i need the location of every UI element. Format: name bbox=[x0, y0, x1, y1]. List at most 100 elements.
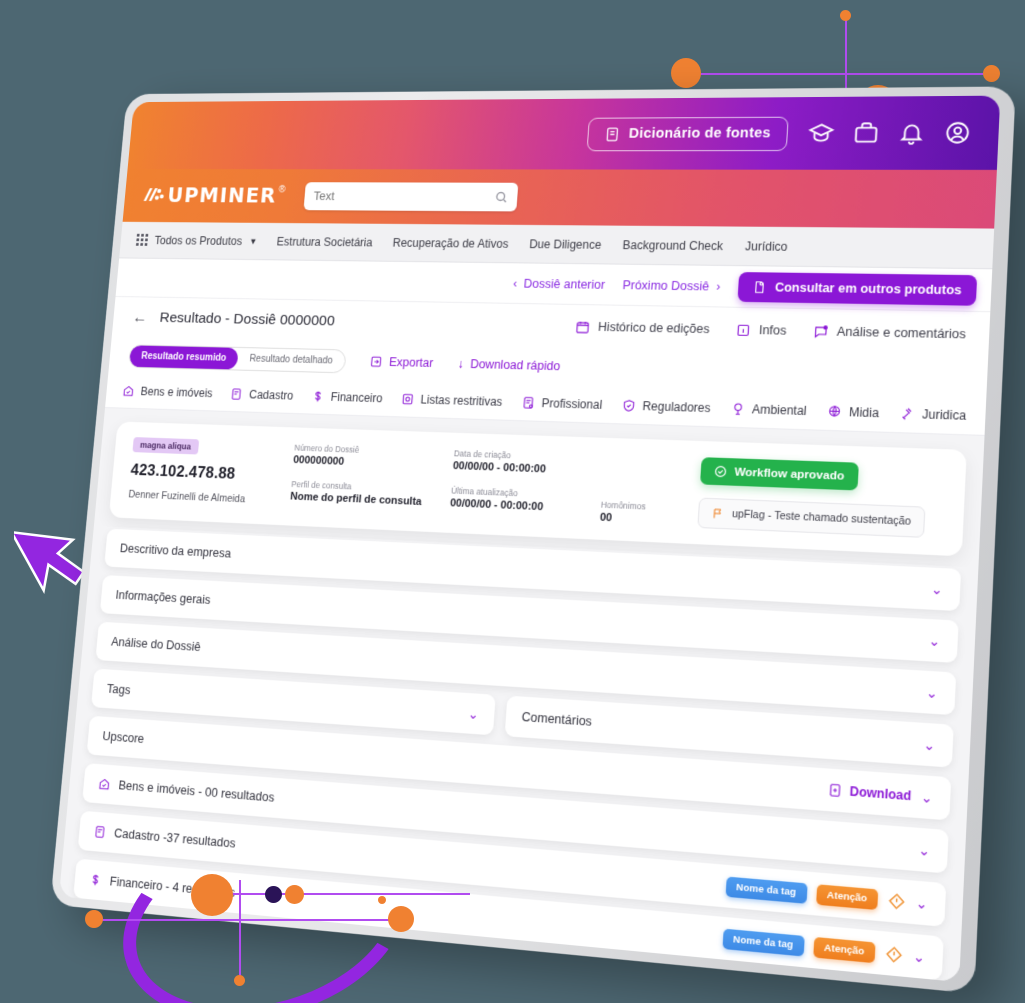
bell-icon[interactable] bbox=[897, 120, 925, 146]
warning-diamond-icon[interactable] bbox=[887, 891, 906, 911]
chevron-down-icon[interactable]: ⌄ bbox=[926, 684, 939, 701]
export-button[interactable]: Exportar bbox=[369, 355, 434, 370]
chevron-down-icon[interactable]: ⌄ bbox=[468, 706, 480, 722]
deco-dot-navy-2 bbox=[265, 886, 282, 903]
homonyms-column: Homônimos 00 bbox=[599, 454, 663, 527]
nav-item-estrutura-societaria[interactable]: Estrutura Societária bbox=[276, 235, 373, 249]
title-left-group: ← Resultado - Dossiê 0000000 bbox=[132, 308, 336, 331]
logo-registered-mark: ® bbox=[278, 184, 286, 195]
nav-item-background-check[interactable]: Background Check bbox=[622, 238, 723, 253]
result-row-label: Bens e imóveis - 00 resultados bbox=[117, 778, 275, 805]
upflag-badge[interactable]: upFlag - Teste chamado sustentação bbox=[697, 497, 926, 538]
person-name: Denner Fuzinelli de Almeida bbox=[127, 488, 246, 506]
chevron-down-icon[interactable]: ⌄ bbox=[921, 789, 934, 806]
deco-dot-b3 bbox=[285, 885, 304, 904]
chevron-down-icon[interactable]: ⌄ bbox=[915, 894, 928, 911]
chevron-down-icon[interactable]: ⌄ bbox=[928, 632, 941, 649]
tag-name-badge[interactable]: Nome da tag bbox=[718, 980, 802, 983]
field-ultima-atualizacao: Última atualização 00/00/00 - 00:00:00 bbox=[450, 486, 572, 515]
analysis-comments-button[interactable]: Análise e comentários bbox=[813, 324, 967, 342]
tab-listas-restritivas[interactable]: Listas restritivas bbox=[401, 392, 503, 408]
chevron-down-icon[interactable]: ⌄ bbox=[931, 581, 943, 597]
result-row-left: Bens e imóveis - 00 resultados bbox=[97, 777, 275, 805]
accordion-label: Descritivo da empresa bbox=[119, 541, 232, 561]
back-arrow-icon[interactable]: ← bbox=[132, 308, 148, 327]
deco-dot-1 bbox=[840, 10, 851, 21]
chevron-down-icon[interactable]: ⌄ bbox=[923, 736, 936, 753]
comments-label: Comentários bbox=[521, 709, 593, 729]
user-circle-icon[interactable] bbox=[943, 120, 972, 146]
chevron-down-icon[interactable]: ⌄ bbox=[918, 841, 931, 858]
chevron-down-icon: ▼ bbox=[248, 236, 258, 246]
attention-badge[interactable]: Atenção bbox=[815, 883, 879, 910]
form-icon bbox=[230, 387, 244, 401]
download-label: Download bbox=[849, 783, 912, 804]
tab-midia[interactable]: Midia bbox=[827, 404, 879, 420]
dollar-icon bbox=[311, 389, 325, 403]
deco-dot-b1 bbox=[85, 910, 103, 928]
segment-detalhado[interactable]: Resultado detalhado bbox=[237, 347, 346, 371]
status-column: Workflow aprovado upFlag - Teste chamado… bbox=[697, 457, 928, 538]
tab-label: Juridica bbox=[921, 406, 967, 423]
briefcase-icon[interactable] bbox=[852, 120, 880, 146]
document-number: 423.102.478.88 bbox=[129, 461, 237, 483]
warning-diamond-icon[interactable] bbox=[884, 944, 903, 964]
home-check-icon bbox=[122, 384, 135, 397]
upscore-download-button[interactable]: Download bbox=[827, 782, 912, 803]
analysis-comments-label: Análise e comentários bbox=[836, 324, 967, 342]
field-homonimos: Homônimos 00 bbox=[599, 500, 660, 527]
edit-history-button[interactable]: Histórico de edições bbox=[575, 319, 710, 336]
professional-icon bbox=[80, 969, 94, 982]
nav-item-recuperacao-de-ativos[interactable]: Recuperação de Ativos bbox=[392, 236, 509, 251]
search-input[interactable] bbox=[313, 189, 490, 204]
consult-other-products-button[interactable]: Consultar em outros produtos bbox=[737, 271, 978, 306]
chevron-down-icon[interactable]: ⌄ bbox=[913, 948, 926, 965]
chevron-right-icon: › bbox=[715, 279, 721, 294]
logo-mark-icon bbox=[143, 187, 164, 201]
magna-aliqua-tag: magna aliqua bbox=[132, 437, 199, 455]
tab-reguladores[interactable]: Reguladores bbox=[621, 398, 711, 415]
dates-column: Data de criação 00/00/00 - 00:00:00 Últi… bbox=[449, 448, 575, 522]
identity-column: magna aliqua 423.102.478.88 Denner Fuzin… bbox=[128, 437, 268, 509]
next-dossier-label: Próximo Dossiê bbox=[622, 277, 710, 293]
tab-ambiental[interactable]: Ambiental bbox=[730, 401, 808, 418]
search-box[interactable] bbox=[303, 182, 519, 212]
tab-financeiro[interactable]: Financeiro bbox=[311, 389, 383, 405]
result-mode-segmented-control[interactable]: Resultado resumido Resultado detalhado bbox=[128, 343, 347, 373]
tab-label: Ambiental bbox=[751, 401, 808, 418]
deco-line-top-long bbox=[690, 73, 990, 75]
nav-item-due-diligence[interactable]: Due Diligence bbox=[529, 237, 602, 251]
all-products-label: Todos os Produtos bbox=[154, 233, 243, 248]
infos-button[interactable]: Infos bbox=[735, 322, 787, 338]
field-value: 00 bbox=[599, 511, 613, 525]
tab-profissional[interactable]: Profissional bbox=[521, 395, 603, 411]
restricted-list-icon bbox=[401, 392, 415, 406]
upminer-logo[interactable]: UPMINER ® bbox=[141, 184, 286, 208]
book-icon bbox=[603, 126, 621, 142]
field-value: 00/00/00 - 00:00:00 bbox=[452, 460, 547, 476]
flag-icon bbox=[711, 506, 724, 521]
tag-name-badge[interactable]: Nome da tag bbox=[722, 928, 805, 956]
all-products-menu[interactable]: Todos os Produtos ▼ bbox=[135, 233, 258, 248]
tags-label: Tags bbox=[106, 681, 131, 698]
infos-label: Infos bbox=[758, 323, 787, 338]
tag-name-badge[interactable]: Nome da tag bbox=[725, 875, 808, 904]
attention-badge[interactable]: Atenção bbox=[812, 936, 876, 963]
export-label: Exportar bbox=[388, 355, 434, 370]
tab-cadastro[interactable]: Cadastro bbox=[230, 387, 294, 402]
quick-download-button[interactable]: ↓ Download rápido bbox=[457, 357, 561, 373]
tab-juridica[interactable]: Juridica bbox=[900, 406, 967, 422]
accordion-label: Análise do Dossiê bbox=[110, 634, 202, 654]
next-dossier-button[interactable]: Próximo Dossiê › bbox=[622, 278, 721, 293]
info-box-icon bbox=[735, 322, 751, 337]
nav-item-juridico[interactable]: Jurídico bbox=[745, 239, 788, 253]
chevron-left-icon: ‹ bbox=[512, 276, 518, 290]
top-app-bar: Dicionário de fontes bbox=[127, 95, 1001, 170]
logo-wordmark: UPMINER bbox=[166, 184, 278, 208]
search-icon[interactable] bbox=[494, 190, 508, 203]
workflow-badge-label: Workflow aprovado bbox=[734, 465, 845, 483]
workflow-status-badge: Workflow aprovado bbox=[700, 457, 859, 491]
tab-bens-e-imoveis[interactable]: Bens e imóveis bbox=[122, 384, 213, 400]
deco-line-bottom-mid bbox=[205, 893, 470, 895]
previous-dossier-button[interactable]: ‹ Dossiê anterior bbox=[513, 276, 606, 291]
